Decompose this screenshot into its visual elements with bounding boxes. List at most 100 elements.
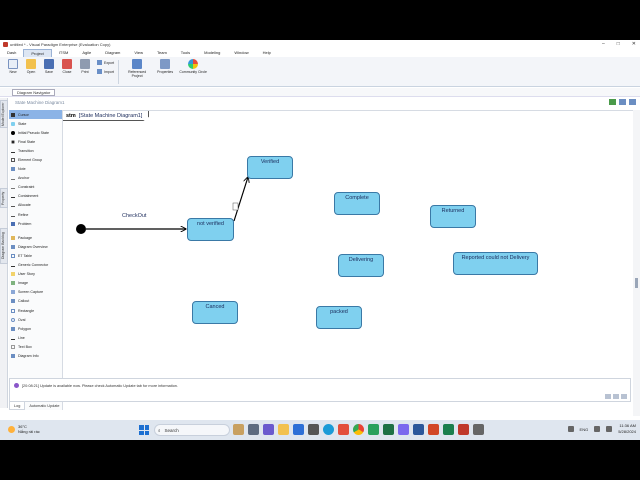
state-canceled[interactable]: Canced bbox=[192, 301, 238, 324]
app-icon[interactable] bbox=[443, 424, 454, 435]
app-icon[interactable] bbox=[458, 424, 469, 435]
verify-transition[interactable] bbox=[233, 177, 248, 222]
menu-help[interactable]: Help bbox=[256, 49, 278, 57]
maximize-button[interactable]: □ bbox=[617, 40, 620, 49]
new-button[interactable]: New bbox=[4, 59, 22, 74]
palette-note[interactable]: Note bbox=[9, 165, 62, 174]
state-delivering[interactable]: Delivering bbox=[338, 254, 384, 277]
menu-diagram[interactable]: Diagram bbox=[98, 49, 127, 57]
sync-icon[interactable] bbox=[609, 99, 616, 105]
property-tab[interactable]: Property bbox=[0, 188, 8, 208]
language-indicator[interactable]: ENG bbox=[580, 427, 589, 432]
palette-problem[interactable]: Problem bbox=[9, 219, 62, 228]
referenced-project-button[interactable]: Referenced Project bbox=[123, 59, 151, 78]
palette-final-state[interactable]: Final State bbox=[9, 137, 62, 146]
app-icon[interactable] bbox=[338, 424, 349, 435]
palette-callout[interactable]: Callout bbox=[9, 297, 62, 306]
diagram-navigator-tab[interactable]: Diagram Navigator bbox=[12, 89, 56, 96]
close-button[interactable]: ✕ bbox=[632, 40, 636, 49]
widgets-icon[interactable] bbox=[233, 424, 244, 435]
diagram-canvas[interactable]: stm [State Machine Diagram1] CheckOut Ver… bbox=[63, 110, 633, 416]
taskbar-search[interactable]: ⌕ Search bbox=[154, 424, 230, 436]
palette-anchor[interactable]: Anchor bbox=[9, 174, 62, 183]
pane-tool-icon[interactable] bbox=[605, 394, 611, 399]
palette-constraint[interactable]: Constraint bbox=[9, 183, 62, 192]
palette-text-box[interactable]: Text Box bbox=[9, 342, 62, 351]
layout-icon[interactable] bbox=[619, 99, 626, 105]
panel-icon[interactable] bbox=[629, 99, 636, 105]
app-icon[interactable] bbox=[368, 424, 379, 435]
palette-oval[interactable]: Oval bbox=[9, 315, 62, 324]
palette-screen-capture[interactable]: Screen Capture bbox=[9, 288, 62, 297]
menu-dash[interactable]: Dash bbox=[0, 49, 23, 57]
palette-image[interactable]: Image bbox=[9, 279, 62, 288]
close-project-button[interactable]: Close bbox=[58, 59, 76, 74]
palette-initial-state[interactable]: Initial Pseudo State bbox=[9, 128, 62, 137]
tab-log[interactable]: Log bbox=[9, 402, 26, 410]
scroll-thumb[interactable] bbox=[635, 278, 638, 288]
community-circle-button[interactable]: Community Circle bbox=[179, 59, 207, 74]
state-verified[interactable]: Verified bbox=[247, 156, 293, 179]
menu-modeling[interactable]: Modeling bbox=[197, 49, 227, 57]
diagram-backlog-tab[interactable]: Diagram Backlog bbox=[0, 228, 8, 264]
minimize-button[interactable]: – bbox=[602, 40, 605, 49]
print-button[interactable]: Print bbox=[76, 59, 94, 74]
wifi-icon[interactable] bbox=[594, 426, 601, 432]
export-button[interactable]: Export bbox=[97, 60, 114, 65]
palette-et-table[interactable]: ET Table bbox=[9, 251, 62, 260]
edge-icon[interactable] bbox=[323, 424, 334, 435]
tab-automatic-update[interactable]: Automatic Update bbox=[25, 402, 63, 410]
app-icon[interactable] bbox=[473, 424, 484, 435]
state-reported-could-not-delivery[interactable]: Reported could not Delivery bbox=[453, 252, 538, 275]
state-returned[interactable]: Returned bbox=[430, 205, 476, 228]
menu-tools[interactable]: Tools bbox=[174, 49, 197, 57]
palette-allocate[interactable]: Allocate bbox=[9, 201, 62, 210]
task-view-icon[interactable] bbox=[248, 424, 259, 435]
palette-line[interactable]: Line bbox=[9, 333, 62, 342]
palette-user-story[interactable]: User Story bbox=[9, 270, 62, 279]
chat-icon[interactable] bbox=[263, 424, 274, 435]
open-button[interactable]: Open bbox=[22, 59, 40, 74]
start-button[interactable] bbox=[139, 425, 149, 435]
pane-tool-icon[interactable] bbox=[621, 394, 627, 399]
palette-element-group[interactable]: Element Group bbox=[9, 155, 62, 164]
chevron-up-icon[interactable] bbox=[567, 426, 574, 432]
save-button[interactable]: Save bbox=[40, 59, 58, 74]
vertical-scrollbar[interactable] bbox=[633, 110, 640, 416]
weather-widget[interactable]: 36°C Nắng rải rác bbox=[8, 424, 40, 434]
menu-agile[interactable]: Agile bbox=[75, 49, 98, 57]
state-packed[interactable]: packed bbox=[316, 306, 362, 329]
menu-itsm[interactable]: ITSM bbox=[52, 49, 76, 57]
file-explorer-icon[interactable] bbox=[278, 424, 289, 435]
palette-refine[interactable]: Refine bbox=[9, 210, 62, 219]
resize-handle[interactable] bbox=[232, 202, 239, 211]
state-not-verified[interactable]: not verified bbox=[187, 218, 234, 241]
menu-view[interactable]: View bbox=[127, 49, 150, 57]
app-icon[interactable] bbox=[308, 424, 319, 435]
update-message[interactable]: [20:08:21] Update is available now. Plea… bbox=[22, 384, 178, 388]
palette-state[interactable]: State bbox=[9, 119, 62, 128]
app-icon[interactable] bbox=[428, 424, 439, 435]
clock[interactable]: 11:36 AM 5/28/2024 bbox=[618, 423, 636, 435]
breadcrumb-diagram[interactable]: State Machine Diagram1 bbox=[15, 100, 65, 105]
palette-containment[interactable]: Containment bbox=[9, 192, 62, 201]
model-explorer-tab[interactable]: Model Explorer bbox=[0, 100, 8, 128]
chrome-icon[interactable] bbox=[353, 424, 364, 435]
excel-icon[interactable] bbox=[383, 424, 394, 435]
pane-tool-icon[interactable] bbox=[613, 394, 619, 399]
store-icon[interactable] bbox=[293, 424, 304, 435]
volume-icon[interactable] bbox=[606, 426, 613, 432]
palette-generic-connector[interactable]: Generic Connector bbox=[9, 261, 62, 270]
state-complete[interactable]: Complete bbox=[334, 192, 380, 215]
menu-team[interactable]: Team bbox=[150, 49, 174, 57]
palette-package[interactable]: Package bbox=[9, 233, 62, 242]
menu-window[interactable]: Window bbox=[227, 49, 255, 57]
palette-rectangle[interactable]: Rectangle bbox=[9, 306, 62, 315]
palette-transition[interactable]: Transition bbox=[9, 146, 62, 155]
palette-polygon[interactable]: Polygon bbox=[9, 324, 62, 333]
app-icon[interactable] bbox=[398, 424, 409, 435]
palette-cursor[interactable]: Cursor bbox=[9, 110, 62, 120]
import-button[interactable]: Import bbox=[97, 69, 114, 74]
palette-diagram-info[interactable]: Diagram Info bbox=[9, 351, 62, 360]
properties-button[interactable]: Properties bbox=[151, 59, 179, 74]
